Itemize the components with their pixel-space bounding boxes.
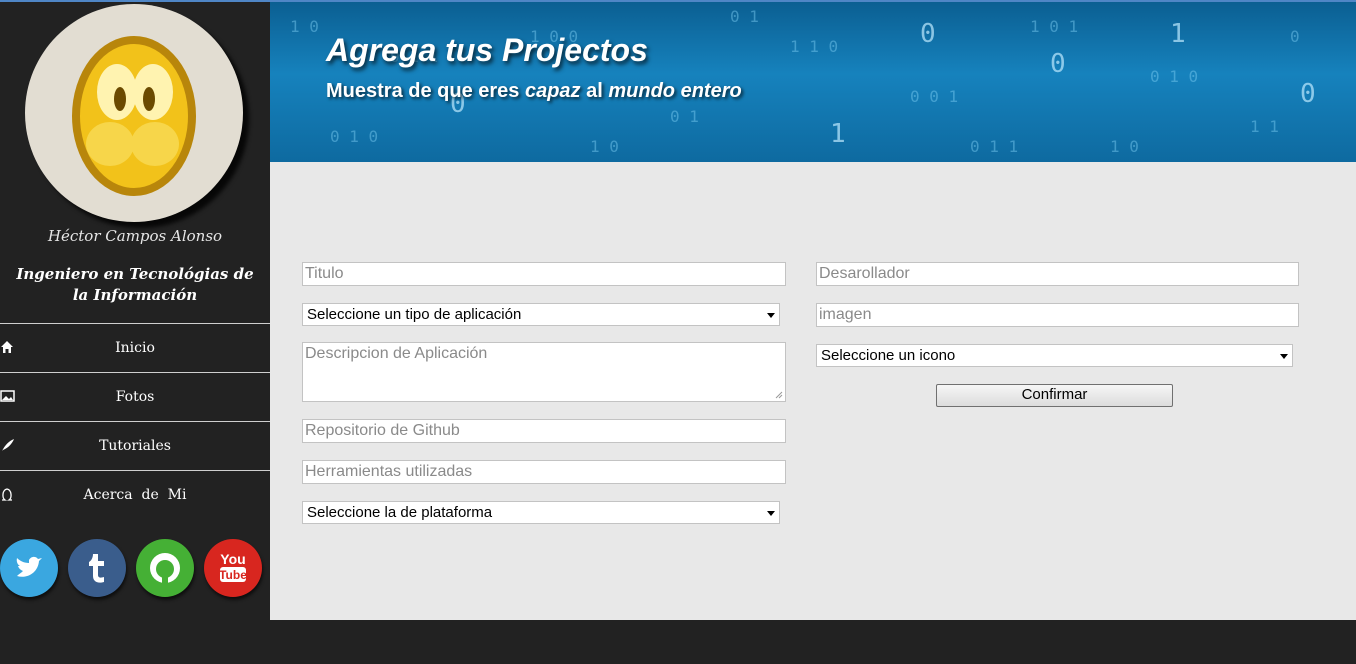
- chevron-down-icon: [1280, 354, 1288, 359]
- plataforma-value: Seleccione la de plataforma: [307, 504, 493, 521]
- svg-text:1 0: 1 0: [590, 137, 619, 156]
- svg-text:You: You: [220, 551, 245, 567]
- home-icon: [1, 341, 13, 353]
- tipo-aplicacion-value: Seleccione un tipo de aplicación: [307, 306, 522, 323]
- omega-icon: [2, 488, 12, 501]
- banner-subtitle-part: Muestra de que eres: [326, 80, 525, 102]
- titulo-input[interactable]: Titulo: [302, 262, 786, 286]
- sidebar-item-label: Acerca de Mi: [83, 487, 187, 503]
- confirm-button[interactable]: Confirmar: [936, 384, 1173, 407]
- profile-name: Héctor Campos Alonso: [47, 227, 223, 245]
- descripcion-textarea[interactable]: Descripcion de Aplicación: [302, 342, 786, 402]
- icono-value: Seleccione un icono: [821, 347, 956, 364]
- svg-text:0 0 1: 0 0 1: [910, 87, 958, 106]
- sidebar-nav: Inicio Fotos Tutoriales Acerca de Mi: [0, 323, 270, 519]
- svg-text:1 0 1: 1 0 1: [1030, 17, 1078, 36]
- sidebar-item-inicio[interactable]: Inicio: [0, 323, 270, 372]
- banner-subtitle: Muestra de que eres capaz al mundo enter…: [326, 80, 742, 103]
- tipo-aplicacion-select[interactable]: Seleccione un tipo de aplicación: [302, 303, 780, 326]
- herramientas-input[interactable]: Herramientas utilizadas: [302, 460, 786, 484]
- chevron-down-icon: [767, 313, 775, 318]
- plataforma-select[interactable]: Seleccione la de plataforma: [302, 501, 780, 524]
- svg-text:0 1: 0 1: [670, 107, 699, 126]
- svg-text:1 0: 1 0: [1110, 137, 1139, 156]
- sidebar-item-label: Tutoriales: [99, 438, 171, 454]
- profile-role: Ingeniero en Tecnológias de la Informaci…: [16, 265, 254, 304]
- banner-subtitle-emphasis: mundo entero: [608, 80, 742, 102]
- svg-text:1 1: 1 1: [1250, 117, 1279, 136]
- sidebar: Héctor Campos Alonso Ingeniero en Tecnol…: [0, 2, 270, 664]
- descripcion-placeholder: Descripcion de Aplicación: [305, 345, 488, 362]
- github-input[interactable]: Repositorio de Github: [302, 419, 786, 443]
- svg-text:0 1 0: 0 1 0: [1150, 67, 1198, 86]
- sidebar-item-acerca[interactable]: Acerca de Mi: [0, 470, 270, 519]
- svg-text:0: 0: [1300, 79, 1316, 109]
- twitter-icon[interactable]: [0, 539, 58, 597]
- sidebar-item-label: Fotos: [115, 389, 155, 405]
- banner-subtitle-emphasis: capaz: [524, 80, 581, 102]
- social-links: You Tube: [0, 539, 270, 599]
- icono-select[interactable]: Seleccione un icono: [816, 344, 1293, 367]
- svg-text:0: 0: [1290, 27, 1300, 46]
- svg-text:1: 1: [1170, 19, 1186, 49]
- imagen-input[interactable]: imagen: [816, 303, 1299, 327]
- svg-text:0: 0: [920, 19, 936, 49]
- svg-text:0 1: 0 1: [730, 7, 759, 26]
- chevron-down-icon: [767, 511, 775, 516]
- svg-text:1: 1: [830, 119, 846, 149]
- github-icon[interactable]: [136, 539, 194, 597]
- svg-text:0 1 1: 0 1 1: [970, 137, 1018, 156]
- banner-title: Agrega tus Projectos: [326, 32, 648, 68]
- youtube-icon[interactable]: You Tube: [204, 539, 262, 597]
- herramientas-placeholder: Herramientas utilizadas: [305, 463, 473, 480]
- resize-grip-icon[interactable]: [775, 391, 783, 399]
- svg-text:0: 0: [1050, 49, 1066, 79]
- titulo-placeholder: Titulo: [305, 265, 344, 282]
- sidebar-item-fotos[interactable]: Fotos: [0, 372, 270, 421]
- svg-text:1 1 0: 1 1 0: [790, 37, 838, 56]
- sidebar-item-label: Inicio: [115, 340, 155, 356]
- sidebar-item-tutoriales[interactable]: Tutoriales: [0, 421, 270, 470]
- banner-subtitle-part: al: [580, 80, 609, 102]
- avatar: [25, 4, 243, 222]
- feather-icon: [2, 439, 14, 451]
- imagen-placeholder: imagen: [819, 306, 872, 323]
- header-banner: 1 00 1 11 0 0 0 11 1 00 0 1 1 0 10 1 01 …: [270, 2, 1356, 162]
- desarrollador-placeholder: Desarollador: [819, 265, 910, 282]
- svg-text:Tube: Tube: [219, 568, 247, 582]
- image-icon: [0, 390, 15, 402]
- svg-text:0 1 0: 0 1 0: [330, 127, 378, 146]
- desarrollador-input[interactable]: Desarollador: [816, 262, 1299, 286]
- project-form: Titulo Seleccione un tipo de aplicación …: [270, 162, 1356, 620]
- github-placeholder: Repositorio de Github: [305, 422, 460, 439]
- svg-text:1 0: 1 0: [290, 17, 319, 36]
- tumblr-icon[interactable]: [68, 539, 126, 597]
